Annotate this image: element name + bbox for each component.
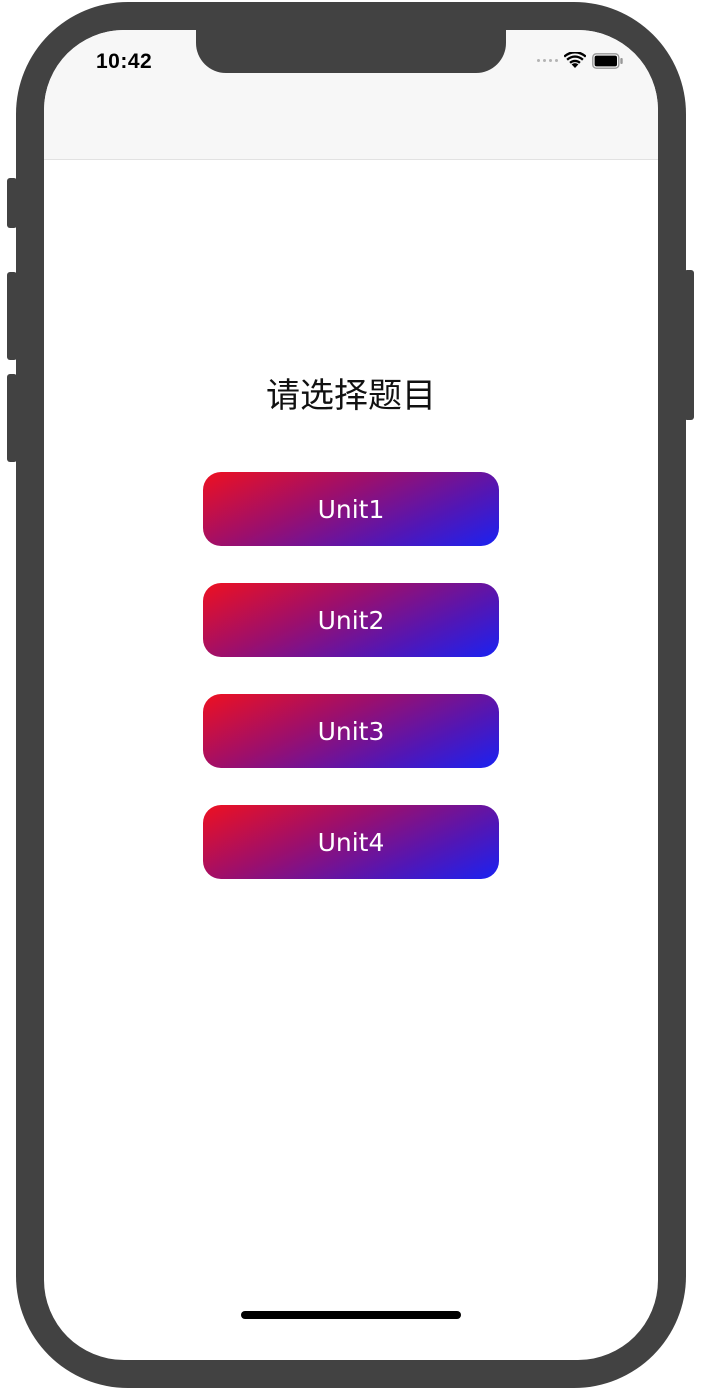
home-indicator[interactable] — [241, 1311, 461, 1319]
page-title: 请选择题目 — [266, 376, 436, 416]
wifi-icon — [564, 52, 586, 68]
phone-screen: 10:42 请选择题目 Unit1 Unit2 Unit3 Unit4 — [44, 30, 658, 1360]
status-indicators — [537, 52, 624, 69]
unit2-button[interactable]: Unit2 — [203, 583, 499, 657]
battery-icon — [592, 52, 623, 69]
status-time: 10:42 — [96, 50, 153, 73]
unit4-button[interactable]: Unit4 — [203, 805, 499, 879]
notch — [196, 30, 506, 73]
unit1-button[interactable]: Unit1 — [203, 472, 499, 546]
cellular-signal-icon — [537, 59, 558, 62]
unit3-button[interactable]: Unit3 — [203, 694, 499, 768]
